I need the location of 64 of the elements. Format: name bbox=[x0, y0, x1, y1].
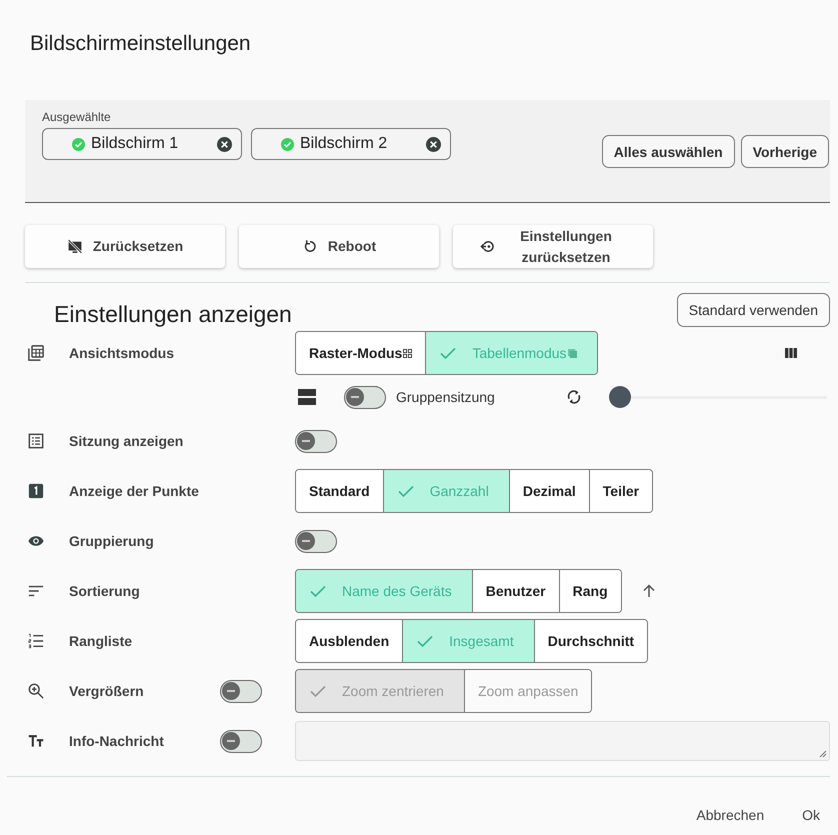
number-one-icon bbox=[28, 483, 44, 499]
setting-label: Ansichtsmodus bbox=[69, 345, 176, 361]
resize-grip-icon[interactable] bbox=[819, 750, 827, 758]
list-icon bbox=[28, 433, 44, 449]
dialog-title: Bildschirmeinstellungen bbox=[29, 31, 252, 57]
setting-label: Vergrößern bbox=[69, 683, 145, 699]
segment-button[interactable]: Raster-Modus bbox=[296, 332, 426, 374]
crossed-monitor-icon bbox=[66, 239, 83, 254]
action-button[interactable]: Einstellungen zurücksetzen bbox=[453, 225, 653, 268]
action-button[interactable]: Reboot bbox=[239, 225, 439, 268]
segment-button[interactable]: Ausblenden bbox=[296, 620, 404, 662]
setting-label: Info-Nachricht bbox=[69, 733, 165, 749]
text-button[interactable]: Ok bbox=[792, 799, 830, 831]
setting-label: Sortierung bbox=[69, 583, 141, 599]
close-icon[interactable] bbox=[426, 136, 441, 152]
toggle-switch[interactable] bbox=[220, 680, 262, 702]
field-label: Ausgewählte bbox=[42, 110, 112, 124]
zoom-in-icon bbox=[28, 683, 44, 699]
segment-button[interactable]: Standard bbox=[296, 470, 384, 512]
segment-button[interactable]: Dezimal bbox=[510, 470, 590, 512]
rows-icon[interactable] bbox=[298, 389, 316, 405]
check-circle-icon bbox=[72, 138, 85, 150]
check-icon bbox=[417, 634, 434, 648]
columns-icon[interactable] bbox=[785, 348, 797, 358]
text-button[interactable]: Abbrechen bbox=[686, 799, 774, 831]
check-icon bbox=[440, 346, 456, 360]
segment-button[interactable]: Benutzer bbox=[472, 570, 560, 612]
stacked-squares-icon bbox=[568, 348, 577, 358]
action-button[interactable]: Zurücksetzen bbox=[25, 225, 225, 268]
screen-chip[interactable]: Bildschirm 1 bbox=[42, 128, 242, 160]
text-size-icon bbox=[28, 733, 44, 749]
setting-label: Gruppierung bbox=[69, 533, 155, 549]
sync-icon[interactable] bbox=[566, 388, 582, 406]
toggle-switch[interactable] bbox=[220, 730, 262, 752]
close-icon[interactable] bbox=[217, 136, 232, 152]
section-heading: Einstellungen anzeigen bbox=[54, 300, 292, 328]
toggle-switch[interactable] bbox=[295, 530, 337, 552]
setting-label: Rangliste bbox=[69, 633, 134, 649]
message-field[interactable] bbox=[295, 721, 830, 761]
toggle-label: Gruppensitzung bbox=[396, 389, 496, 405]
numbered-list-icon bbox=[28, 633, 44, 649]
check-icon bbox=[310, 684, 326, 698]
default-button[interactable]: Standard verwenden bbox=[676, 292, 830, 326]
segment-button[interactable]: Durchschnitt bbox=[534, 620, 648, 662]
grid-icon bbox=[403, 348, 412, 358]
setting-label: Anzeige der Punkte bbox=[69, 483, 200, 499]
segment-button[interactable]: Teiler bbox=[590, 470, 652, 512]
reset-icon bbox=[480, 239, 496, 254]
arrow-up-icon[interactable] bbox=[642, 584, 655, 598]
table-icon bbox=[28, 345, 44, 361]
check-icon bbox=[310, 584, 326, 598]
eye-icon bbox=[28, 533, 44, 549]
sort-icon bbox=[28, 583, 44, 599]
segment-button[interactable]: Rang bbox=[560, 570, 621, 612]
toggle-switch[interactable] bbox=[344, 386, 386, 408]
slider-thumb[interactable] bbox=[609, 386, 631, 408]
slider[interactable] bbox=[609, 386, 827, 408]
toggle-switch[interactable] bbox=[295, 430, 337, 452]
check-icon bbox=[398, 484, 414, 498]
check-circle-icon bbox=[281, 138, 294, 150]
screen-chip[interactable]: Bildschirm 2 bbox=[251, 128, 451, 160]
setting-label: Sitzung anzeigen bbox=[69, 433, 184, 449]
outline-button[interactable]: Vorherige bbox=[740, 135, 829, 168]
outline-button[interactable]: Alles auswählen bbox=[602, 135, 735, 168]
